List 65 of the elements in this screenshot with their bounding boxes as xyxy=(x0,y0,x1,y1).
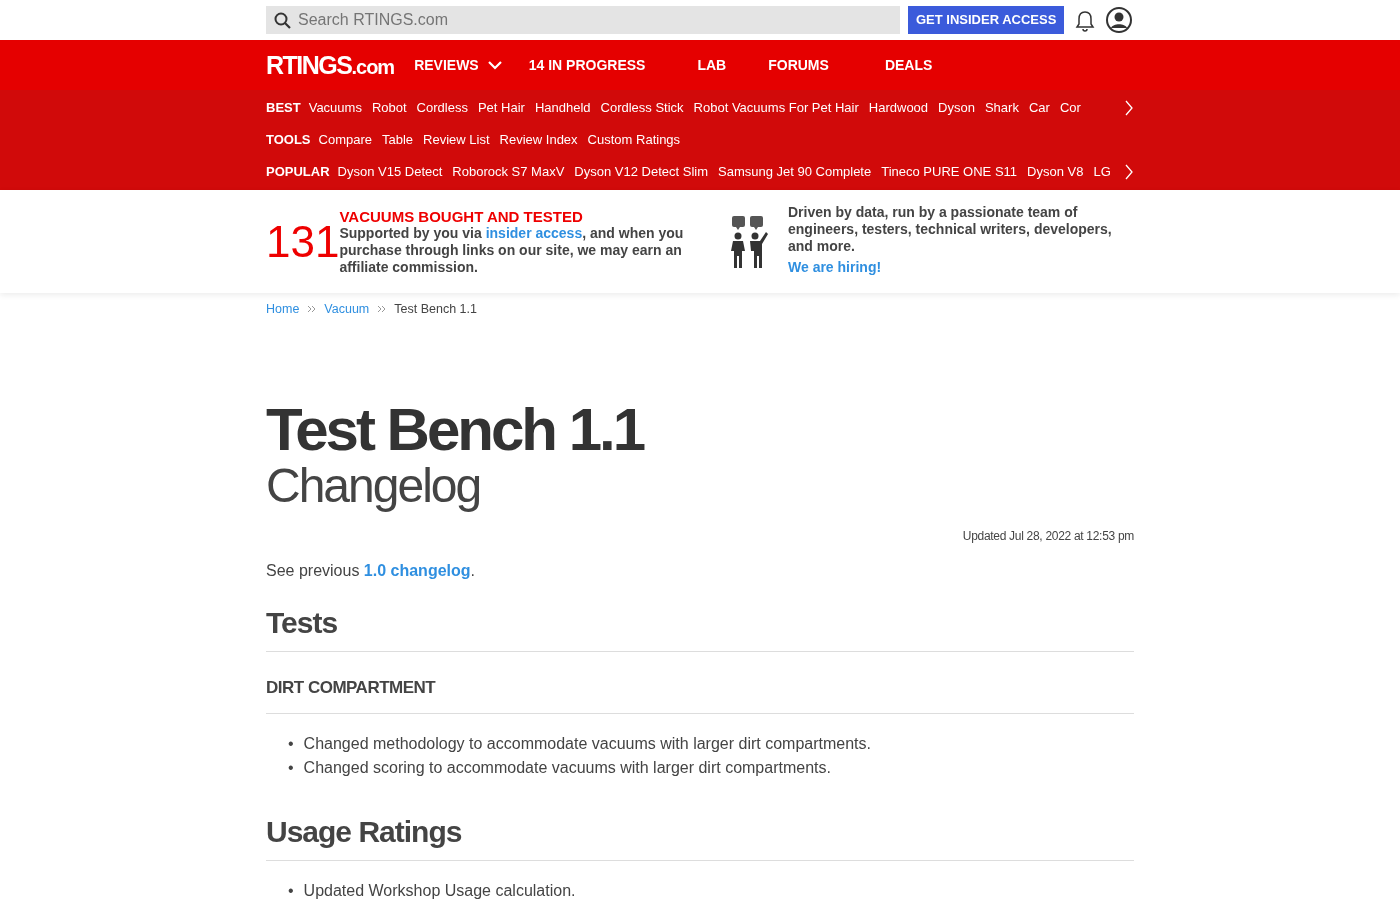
intro-text: See previous 1.0 changelog. xyxy=(266,561,476,582)
nav-link[interactable]: FORUMS xyxy=(768,54,829,76)
category-link[interactable]: Pet Hair xyxy=(477,98,525,118)
banner-headline: VACUUMS BOUGHT AND TESTED xyxy=(339,207,584,225)
category-link[interactable]: Shark xyxy=(984,98,1019,118)
breadcrumb-link[interactable]: Home xyxy=(266,300,300,319)
breadcrumb-link[interactable]: Vacuum xyxy=(324,300,370,319)
category-link[interactable]: Hardwood xyxy=(868,98,929,118)
category-label: TOOLS xyxy=(266,131,311,150)
notification-bell-icon[interactable] xyxy=(1074,8,1097,32)
category-label: BEST xyxy=(266,99,301,118)
list-item: Changed scoring to accommodate vacuums with larger dirt compartments. xyxy=(303,757,831,778)
category-link[interactable]: Car xyxy=(1028,98,1050,118)
category-link[interactable]: Dyson V12 Detect Slim xyxy=(574,162,708,182)
breadcrumb-current: Test Bench 1.1 xyxy=(394,301,477,318)
search-field[interactable]: Search RTINGS.com xyxy=(266,6,900,34)
nav-link[interactable]: LAB xyxy=(697,54,727,76)
category-link[interactable]: Cordless Stick xyxy=(600,98,684,118)
category-link[interactable]: Robot xyxy=(371,98,407,118)
chevron-right-icon xyxy=(377,305,387,314)
user-account-icon[interactable] xyxy=(1106,7,1133,33)
site-logo[interactable]: RTINGS.com xyxy=(266,50,395,80)
team-text: Driven by data, run by a passionate team of engineers, testers, technical writers, developers, and more. xyxy=(788,204,1113,255)
search-icon xyxy=(274,12,291,29)
category-label: POPULAR xyxy=(266,163,330,182)
insider-access-button[interactable]: GET INSIDER ACCESS xyxy=(908,6,1065,34)
page-subtitle: Changelog xyxy=(266,460,482,512)
category-link[interactable]: Vacuums xyxy=(308,98,362,118)
subsection-heading: DIRT COMPARTMENT xyxy=(266,652,1134,714)
category-link[interactable]: Dyson V15 Detect xyxy=(337,162,443,182)
section-heading: Usage Ratings xyxy=(266,791,1134,861)
category-link[interactable]: Tineco PURE ONE S11 xyxy=(881,162,1018,182)
category-link[interactable]: Robot Vacuums For Pet Hair xyxy=(693,98,859,118)
bullet: • xyxy=(288,880,294,900)
list-item: Updated Workshop Usage calculation. xyxy=(303,880,576,900)
changelog-link[interactable]: 1.0 changelog xyxy=(363,562,471,580)
chevron-right-icon[interactable] xyxy=(1124,164,1134,180)
section-heading: Tests xyxy=(266,583,1134,653)
page-title: Test Bench 1.1 xyxy=(266,397,645,461)
insider-access-link[interactable]: insider access xyxy=(485,224,583,241)
hiring-link[interactable]: We are hiring! xyxy=(788,259,882,276)
category-link[interactable]: Dyson V8 xyxy=(1027,162,1084,182)
category-link[interactable]: Review Index xyxy=(499,130,578,150)
category-link[interactable]: Review List xyxy=(423,130,490,150)
nav-link[interactable]: DEALS xyxy=(884,54,933,76)
nav-link[interactable]: 14 IN PROGRESS xyxy=(528,54,646,76)
updated-date: Updated Jul 28, 2022 at 12:53 pm xyxy=(961,528,1134,546)
category-link[interactable]: Custom Ratings xyxy=(587,130,681,150)
category-link[interactable]: Cor xyxy=(1059,98,1081,118)
bullet: • xyxy=(288,757,294,778)
category-link[interactable]: Cordless xyxy=(416,98,468,118)
category-link[interactable]: Compare xyxy=(318,130,372,150)
chevron-right-icon[interactable] xyxy=(1124,100,1134,116)
affiliate-text: Supported by you via insider access, and when you purchase through links on our site, we may earn an affiliate commission. xyxy=(339,224,685,276)
bullet: • xyxy=(288,733,294,754)
tested-count: 131 xyxy=(266,219,340,264)
chevron-right-icon xyxy=(307,305,317,314)
category-link[interactable]: Table xyxy=(382,130,414,150)
category-link[interactable]: Handheld xyxy=(534,98,591,118)
category-link[interactable]: Dyson xyxy=(938,98,975,118)
category-link[interactable]: Samsung Jet 90 Complete xyxy=(718,162,872,182)
category-link[interactable]: LG xyxy=(1093,162,1111,182)
list-item: Changed methodology to accommodate vacuums with larger dirt compartments. xyxy=(303,733,871,754)
nav-link[interactable]: REVIEWS xyxy=(414,54,503,76)
category-link[interactable]: Roborock S7 MaxV xyxy=(452,162,565,182)
